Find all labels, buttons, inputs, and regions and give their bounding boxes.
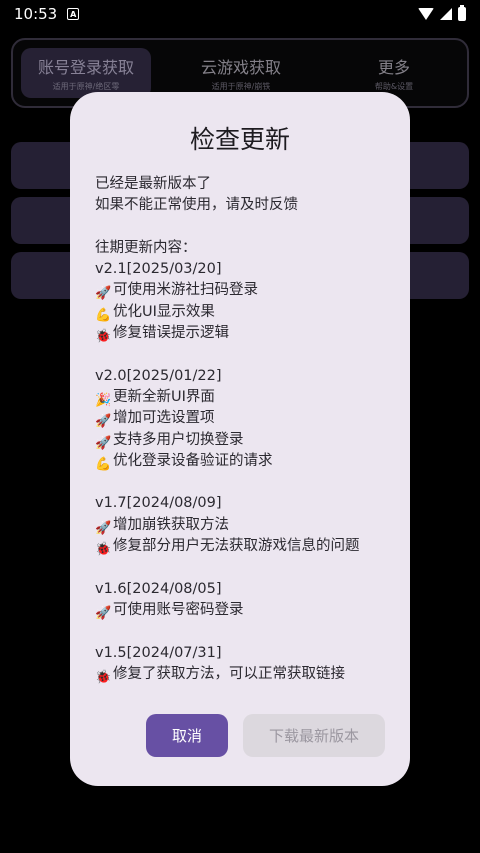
party-icon: 🎉 xyxy=(95,392,112,408)
changelog-text-line: 往期更新内容： xyxy=(95,239,197,256)
muscle-icon: 💪 xyxy=(95,307,112,323)
changelog-text-line: 可使用米游社扫码登录 xyxy=(113,282,258,299)
changelog-line xyxy=(95,344,395,365)
changelog-text-line: 可使用账号密码登录 xyxy=(113,601,244,618)
changelog-line: 🐞 修复错误提示逻辑 xyxy=(95,323,395,344)
dialog-title: 检查更新 xyxy=(189,125,290,154)
changelog-line xyxy=(95,557,395,578)
changelog-line: 🐞 修复部分用户无法获取游戏信息的问题 xyxy=(95,536,395,557)
bug-icon: 🐞 xyxy=(95,542,112,558)
changelog-text-line: 优化登录设备验证的请求 xyxy=(113,452,273,469)
cancel-button[interactable]: 取消 xyxy=(146,714,228,757)
changelog-text-line: 修复错误提示逻辑 xyxy=(113,325,229,342)
rocket-icon: 🚀 xyxy=(95,286,112,302)
changelog-text-line: 修复了获取方法，可以正常获取链接 xyxy=(113,665,345,682)
changelog-line: v2.0[2025/01/22] xyxy=(95,366,395,387)
changelog-line: v1.7[2024/08/09] xyxy=(95,493,395,514)
changelog-line: 🚀 增加崩铁获取方法 xyxy=(95,515,395,536)
muscle-icon: 💪 xyxy=(95,456,112,472)
changelog-line xyxy=(95,217,395,238)
changelog-line: 往期更新内容： xyxy=(95,238,395,259)
changelog-text-line: v2.0[2025/01/22] xyxy=(95,367,222,384)
wifi-icon xyxy=(418,8,434,20)
changelog-text-line: 已经是最新版本了 xyxy=(95,176,211,192)
status-icons xyxy=(418,5,466,21)
changelog-text: 已经是最新版本了如果不能正常使用，请及时反馈 往期更新内容： v2.1[2025/0… xyxy=(95,174,395,685)
status-bar: 10:53 A xyxy=(0,0,480,28)
changelog-line: 🚀 支持多用户切换登录 xyxy=(95,430,395,451)
changelog-text-line: v1.6[2024/08/05] xyxy=(95,580,222,597)
changelog-text-line: 支持多用户切换登录 xyxy=(113,431,244,448)
update-dialog: 检查更新 已经是最新版本了如果不能正常使用，请及时反馈 往期更新内容： v2.1[2… xyxy=(70,92,410,786)
notification-icon: A xyxy=(67,8,80,20)
changelog-line xyxy=(95,621,395,642)
changelog-text-line: v1.7[2024/08/09] xyxy=(95,495,222,512)
download-latest-button[interactable]: 下载最新版本 xyxy=(243,714,385,757)
changelog-text-line: 优化UI显示效果 xyxy=(113,303,215,320)
rocket-icon: 🚀 xyxy=(95,414,112,430)
rocket-icon: 🚀 xyxy=(95,520,112,536)
changelog-text-line: v1.5[2024/07/31] xyxy=(95,644,222,661)
rocket-icon: 🚀 xyxy=(95,605,112,621)
changelog-line: 🎉 更新全新UI界面 xyxy=(95,387,395,408)
bug-icon: 🐞 xyxy=(95,329,112,345)
changelog-line: v2.1[2025/03/20] xyxy=(95,259,395,280)
status-time: 10:53 xyxy=(14,5,58,23)
changelog-line: 💪 优化UI显示效果 xyxy=(95,302,395,323)
changelog-text-line: 增加崩铁获取方法 xyxy=(113,516,229,533)
bug-icon: 🐞 xyxy=(95,669,112,685)
changelog-text-line: v2.1[2025/03/20] xyxy=(95,261,222,278)
changelog-line xyxy=(95,472,395,493)
changelog-line: 如果不能正常使用，请及时反馈 xyxy=(95,195,395,216)
signal-icon xyxy=(440,8,452,20)
changelog-line: 🚀 可使用米游社扫码登录 xyxy=(95,280,395,301)
changelog-line: 🚀 增加可选设置项 xyxy=(95,408,395,429)
battery-icon xyxy=(458,5,466,21)
changelog-text-line: 更新全新UI界面 xyxy=(113,388,215,405)
changelog-text-line: 增加可选设置项 xyxy=(113,410,215,427)
changelog-line: 💪 优化登录设备验证的请求 xyxy=(95,451,395,472)
changelog-line: v1.5[2024/07/31] xyxy=(95,643,395,664)
changelog-line: 已经是最新版本了 xyxy=(95,174,395,195)
changelog-text-line: 如果不能正常使用，请及时反馈 xyxy=(95,197,298,214)
changelog-line: 🚀 可使用账号密码登录 xyxy=(95,600,395,621)
rocket-icon: 🚀 xyxy=(95,435,112,451)
changelog-line: 🐞 修复了获取方法，可以正常获取链接 xyxy=(95,664,395,685)
changelog-text-line: 修复部分用户无法获取游戏信息的问题 xyxy=(113,538,360,555)
changelog-line: v1.6[2024/08/05] xyxy=(95,579,395,600)
